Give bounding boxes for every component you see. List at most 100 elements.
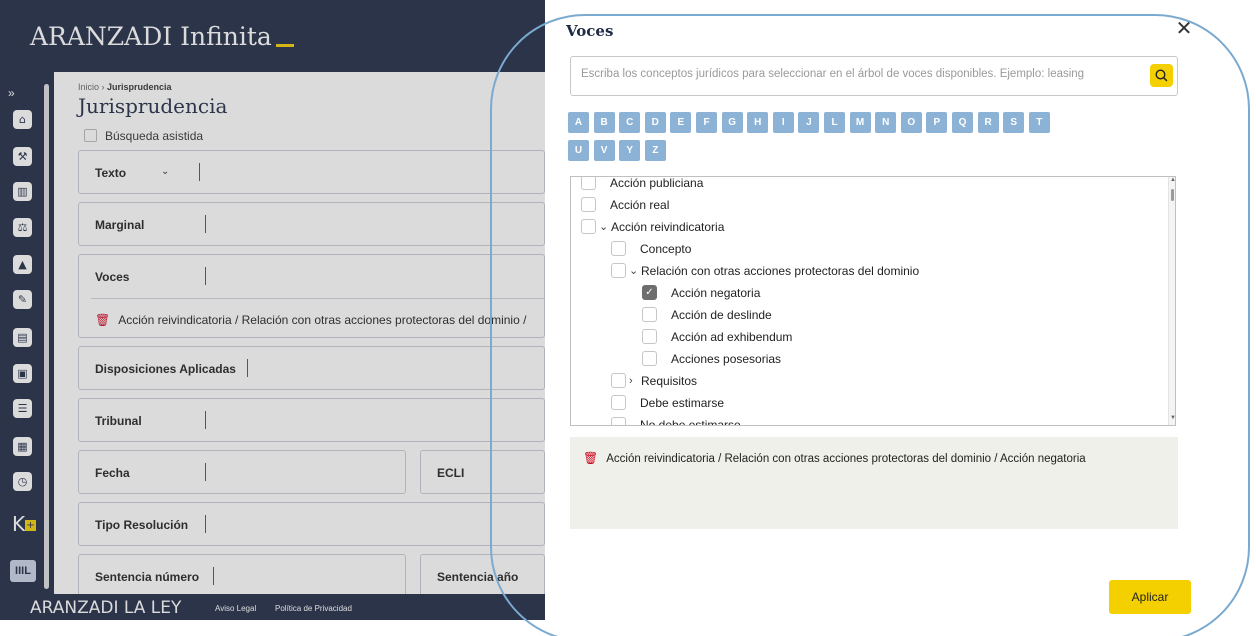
- k-plus-icon[interactable]: K+: [12, 512, 37, 536]
- voces-label: Voces: [95, 270, 130, 284]
- scroll-thumb[interactable]: [1171, 189, 1174, 201]
- letter-button-h[interactable]: H: [747, 112, 769, 133]
- marginal-field[interactable]: Marginal: [78, 202, 545, 246]
- tree-checkbox[interactable]: [642, 307, 657, 322]
- tree-checkbox[interactable]: [642, 329, 657, 344]
- search-button[interactable]: [1150, 64, 1173, 87]
- tree-node[interactable]: Acción ad exhibendum: [571, 328, 1161, 346]
- letter-button-l[interactable]: L: [824, 112, 845, 133]
- breadcrumb-home[interactable]: Inicio: [78, 82, 99, 92]
- privacy-link[interactable]: Política de Privacidad: [275, 604, 352, 613]
- tree-node[interactable]: Acción de deslinde: [571, 306, 1161, 324]
- tree-node[interactable]: Acción publiciana: [571, 177, 1161, 192]
- tree-node[interactable]: Concepto: [571, 240, 1161, 258]
- trash-icon[interactable]: 🗑: [95, 313, 110, 327]
- tree-checkbox[interactable]: [581, 177, 596, 190]
- library-icon[interactable]: IIIL: [10, 560, 36, 582]
- home-icon[interactable]: ⌂: [13, 110, 32, 129]
- sentencia-anio-field[interactable]: Sentencia año: [420, 554, 545, 598]
- app-footer: ARANZADI LA LEY Aviso Legal Política de …: [0, 594, 545, 620]
- ecli-field[interactable]: ECLI: [420, 450, 545, 494]
- texto-field[interactable]: Texto ⌄: [78, 150, 545, 194]
- tree-node-label: Acción negatoria: [671, 286, 761, 300]
- sentencia-numero-field[interactable]: Sentencia número: [78, 554, 406, 598]
- divider: [91, 298, 545, 299]
- letter-button-p[interactable]: P: [926, 112, 948, 133]
- letter-button-z[interactable]: Z: [644, 140, 666, 161]
- tree-node[interactable]: › Requisitos: [571, 372, 1161, 390]
- list-icon[interactable]: ☰: [13, 399, 32, 418]
- close-icon[interactable]: ✕: [1174, 19, 1194, 40]
- scroll-up-icon[interactable]: ▲: [1170, 177, 1175, 183]
- chevron-right-icon[interactable]: ›: [629, 372, 633, 390]
- letter-button-r[interactable]: R: [977, 112, 999, 133]
- scales-icon[interactable]: ⚖: [13, 218, 32, 237]
- tree-node[interactable]: Acciones posesorias: [571, 350, 1161, 368]
- letter-button-q[interactable]: Q: [952, 112, 973, 133]
- calculator-icon[interactable]: ▦: [13, 437, 32, 456]
- tree-checkbox[interactable]: ✓: [642, 285, 657, 300]
- tree-checkbox[interactable]: [642, 351, 657, 366]
- assisted-search-toggle[interactable]: Búsqueda asistida: [84, 129, 203, 143]
- disposiciones-field[interactable]: Disposiciones Aplicadas: [78, 346, 545, 390]
- tree-scrollbar[interactable]: ▲ ▼: [1168, 177, 1175, 425]
- tree-node[interactable]: Acción real: [571, 196, 1161, 214]
- letter-button-f[interactable]: F: [696, 112, 717, 133]
- letter-button-u[interactable]: U: [568, 140, 589, 161]
- assisted-search-checkbox[interactable]: [84, 129, 97, 142]
- graduation-icon[interactable]: ▲: [13, 255, 32, 274]
- tree-checkbox[interactable]: [581, 197, 596, 212]
- chevron-down-icon[interactable]: ⌄: [599, 218, 608, 236]
- fecha-field[interactable]: Fecha: [78, 450, 406, 494]
- form-icon[interactable]: ▣: [13, 364, 32, 383]
- tree-node[interactable]: ⌄ Acción reivindicatoria: [571, 218, 1161, 236]
- tipo-resolucion-field[interactable]: Tipo Resolución: [78, 502, 545, 546]
- bank-icon[interactable]: ▥: [13, 182, 32, 201]
- tree-node[interactable]: ✓ Acción negatoria: [571, 284, 1161, 302]
- chevron-down-icon[interactable]: ⌄: [161, 166, 169, 177]
- letter-button-m[interactable]: M: [849, 112, 871, 133]
- gavel-icon[interactable]: ⚒: [13, 147, 32, 166]
- letter-button-a[interactable]: A: [568, 112, 589, 133]
- apply-button[interactable]: Aplicar: [1109, 580, 1191, 614]
- voces-search-input[interactable]: [581, 68, 1136, 80]
- letter-button-b[interactable]: B: [593, 112, 615, 133]
- letter-button-t[interactable]: T: [1028, 112, 1050, 133]
- tree-node[interactable]: ⌄ Relación con otras acciones protectoras…: [571, 262, 1161, 280]
- aviso-legal-link[interactable]: Aviso Legal: [215, 604, 256, 613]
- letter-button-d[interactable]: D: [644, 112, 666, 133]
- voces-field[interactable]: Voces 🗑 Acción reivindicatoria / Relación…: [78, 254, 545, 338]
- tree-checkbox[interactable]: [611, 241, 626, 256]
- tree-node[interactable]: No debe estimarse: [571, 416, 1161, 425]
- tree-checkbox[interactable]: [611, 417, 626, 425]
- letter-button-e[interactable]: E: [670, 112, 692, 133]
- clock-icon[interactable]: ◷: [13, 472, 32, 491]
- tree-checkbox[interactable]: [581, 219, 596, 234]
- letter-button-s[interactable]: S: [1003, 112, 1025, 133]
- tribunal-field[interactable]: Tribunal: [78, 398, 545, 442]
- brand-logo[interactable]: ARANZADI Infinita: [30, 22, 294, 51]
- footer-brand: ARANZADI LA LEY: [30, 598, 182, 618]
- tree-checkbox[interactable]: [611, 263, 626, 278]
- rail-scrollbar[interactable]: [44, 84, 49, 589]
- edit-icon[interactable]: ✎: [13, 290, 32, 309]
- tree-node[interactable]: Debe estimarse: [571, 394, 1161, 412]
- document-icon[interactable]: ▤: [13, 328, 32, 347]
- letter-button-c[interactable]: C: [619, 112, 641, 133]
- scroll-down-icon[interactable]: ▼: [1170, 415, 1175, 421]
- tree-node-label: Acción de deslinde: [671, 308, 772, 322]
- letter-button-j[interactable]: J: [798, 112, 820, 133]
- modal-title: Voces: [566, 22, 614, 40]
- chevron-down-icon[interactable]: ⌄: [629, 262, 638, 280]
- expand-rail-icon[interactable]: »: [8, 86, 15, 100]
- tree-checkbox[interactable]: [611, 373, 626, 388]
- tree-checkbox[interactable]: [611, 395, 626, 410]
- letter-button-n[interactable]: N: [875, 112, 897, 133]
- letter-button-i[interactable]: I: [772, 112, 794, 133]
- letter-button-g[interactable]: G: [721, 112, 743, 133]
- letter-button-v[interactable]: V: [593, 140, 615, 161]
- trash-icon[interactable]: 🗑: [583, 451, 598, 465]
- text-cursor: [205, 463, 206, 481]
- letter-button-y[interactable]: Y: [619, 140, 641, 161]
- letter-button-o[interactable]: O: [900, 112, 922, 133]
